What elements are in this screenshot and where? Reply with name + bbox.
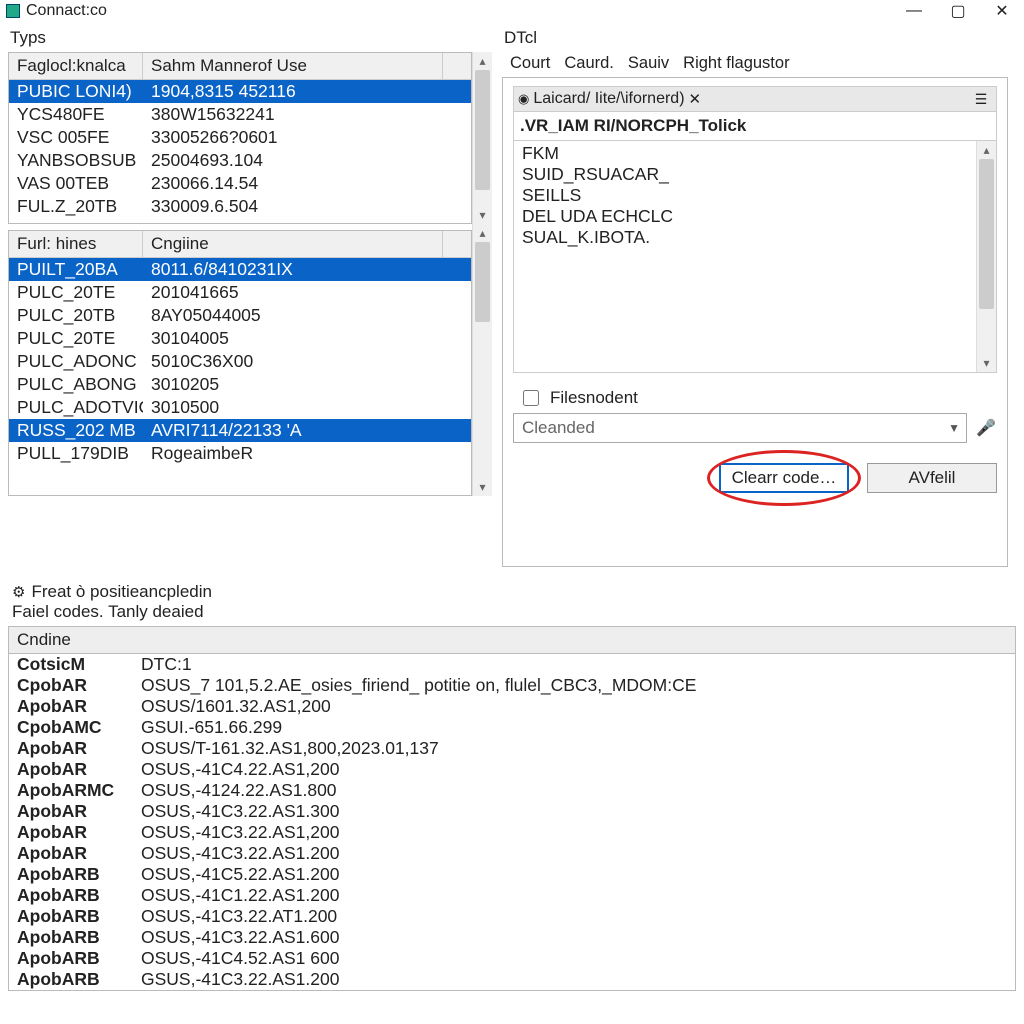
scroll-up-icon[interactable]: ▴ — [977, 141, 996, 159]
state-select-value: Cleanded — [522, 418, 595, 438]
gear-icon: ⚙ — [12, 583, 25, 601]
table-row[interactable]: PUBIC LONI4)1904,8315 452116 — [9, 80, 471, 103]
table-row[interactable]: CotsicMDTC:1 — [9, 654, 1015, 675]
clear-code-label: Clearr code… — [732, 468, 837, 488]
table-row[interactable]: ApobAROSUS,-41C4.22.AS1,200 — [9, 759, 1015, 780]
scroll-down-icon[interactable]: ▾ — [473, 478, 492, 496]
scroll-up-icon[interactable]: ▴ — [473, 224, 492, 242]
avfelil-button[interactable]: AVfelil — [867, 463, 997, 493]
table-row[interactable]: ApobARMCOSUS,-4124.22.AS1.800 — [9, 780, 1015, 801]
minimize-button[interactable]: — — [892, 0, 936, 22]
engine-list-scrollbar[interactable]: ▴ ▾ — [472, 224, 492, 496]
table-row[interactable]: ApobAROSUS,-41C3.22.AS1,200 — [9, 822, 1015, 843]
table-row[interactable]: ApobARBGSUS,-41C3.22.AS1.200 — [9, 969, 1015, 990]
menu-icon[interactable]: ☰ — [970, 91, 992, 108]
table-row[interactable]: ApobAROSUS/1601.32.AS1,200 — [9, 696, 1015, 717]
scroll-down-icon[interactable]: ▾ — [977, 354, 996, 372]
type-list[interactable]: Faglocl:knalca Sahm Mannerof Use PUBIC L… — [8, 52, 472, 224]
scroll-up-icon[interactable]: ▴ — [473, 52, 492, 70]
table-row[interactable]: ApobARBOSUS,-41C3.22.AT1.200 — [9, 906, 1015, 927]
table-row[interactable]: PULC_20TE201041665 — [9, 281, 471, 304]
table-row[interactable]: PUILT_20BA8011.6/8410231IX — [9, 258, 471, 281]
filesnodent-label: Filesnodent — [550, 388, 638, 408]
list-item[interactable]: SUID_RSUACAR_ — [522, 164, 968, 185]
table-row[interactable]: ApobARBOSUS,-41C1.22.AS1.200 — [9, 885, 1015, 906]
maximize-button[interactable]: ▢ — [936, 0, 980, 22]
table-row[interactable]: PULC_ABONG3010205 — [9, 373, 471, 396]
tab-sauiv[interactable]: Sauiv — [622, 52, 675, 75]
list-item[interactable]: FKM — [522, 143, 968, 164]
table-row[interactable]: FUL.Z_20TB330009.6.504 — [9, 195, 471, 218]
type-list-header-b[interactable]: Sahm Mannerof Use — [143, 53, 443, 79]
table-row[interactable]: ApobAROSUS/T-161.32.AS1,800,2023.01,137 — [9, 738, 1015, 759]
sub-header: .VR_IAM RI/NORCPH_Tolick — [513, 112, 997, 141]
window-title: Connact:co — [26, 2, 107, 20]
engine-list-header-a[interactable]: Furl: hines — [9, 231, 143, 257]
table-row[interactable]: PULC_ADONC5010C36X00 — [9, 350, 471, 373]
table-row[interactable]: YANBSOBSUB25004693.104 — [9, 149, 471, 172]
table-row[interactable]: CpobAROSUS_7 101,5.2.AE_osies_firiend_ p… — [9, 675, 1015, 696]
titlebar: Connact:co — ▢ ✕ — [0, 0, 1024, 22]
close-button[interactable]: ✕ — [980, 0, 1024, 22]
engine-list[interactable]: Furl: hines Cngiine PUILT_20BA8011.6/841… — [8, 230, 472, 496]
mic-icon[interactable]: 🎤 — [975, 417, 997, 439]
filesnodent-checkbox[interactable] — [523, 390, 539, 406]
status-line-2: Faiel codes. Tanly deaied — [0, 602, 1024, 626]
record-icon: ◉ — [518, 91, 529, 107]
bottom-table-header[interactable]: Cndine — [8, 626, 1016, 654]
file-list-scrollbar[interactable]: ▴ ▾ — [976, 141, 996, 372]
avfelil-label: AVfelil — [909, 468, 956, 488]
table-row[interactable]: VSC 005FE33005266?0601 — [9, 126, 471, 149]
table-row[interactable]: PULC_20TВ8AY05044005 — [9, 304, 471, 327]
dtc-label: DTcl — [502, 26, 1008, 52]
close-tab-icon[interactable]: ✕ — [689, 90, 702, 108]
table-row[interactable]: RUSS_202 MBAVRI7114/22133 'A — [9, 419, 471, 442]
engine-list-header-b[interactable]: Cngiine — [143, 231, 443, 257]
table-row[interactable]: YCS480FE380W15632241 — [9, 103, 471, 126]
app-icon — [6, 4, 20, 18]
list-item[interactable]: SUAL_K.IBOTA. — [522, 227, 968, 248]
table-row[interactable]: ApobARBOSUS,-41C4.52.AS1 600 — [9, 948, 1015, 969]
tab-caurd[interactable]: Caurd. — [558, 52, 620, 75]
state-select[interactable]: Cleanded ▼ — [513, 413, 967, 443]
bottom-table-body[interactable]: CotsicMDTC:1CpobAROSUS_7 101,5.2.AE_osie… — [8, 654, 1016, 991]
chevron-down-icon: ▼ — [948, 421, 960, 435]
scroll-down-icon[interactable]: ▾ — [473, 206, 492, 224]
tab-court[interactable]: Court — [504, 52, 556, 75]
table-row[interactable]: PULC_ADOTVIC3010500 — [9, 396, 471, 419]
file-list[interactable]: FKMSUID_RSUACAR_SEILLSDEL UDA ECHCLCSUAL… — [513, 141, 997, 373]
table-row[interactable]: PULC_20TE30104005 — [9, 327, 471, 350]
sub-tab-label[interactable]: Laicard/ Iite/\ifornerd) — [533, 90, 684, 108]
table-row[interactable]: VAS 00TEB230066.14.54 — [9, 172, 471, 195]
table-row[interactable]: ApobARBOSUS,-41C5.22.AS1.200 — [9, 864, 1015, 885]
tab-right-flagustor[interactable]: Right flagustor — [677, 52, 795, 75]
type-list-scrollbar[interactable]: ▴ ▾ — [472, 52, 492, 224]
table-row[interactable]: ApobAROSUS,-41C3.22.AS1.300 — [9, 801, 1015, 822]
table-row[interactable]: PULL_179DIBRogeaimbeR — [9, 442, 471, 465]
type-label: Typs — [8, 26, 492, 52]
dtc-panel: ◉ Laicard/ Iite/\ifornerd) ✕ ☰ .VR_IAM R… — [502, 77, 1008, 567]
table-row[interactable]: ApobARBOSUS,-41C3.22.AS1.600 — [9, 927, 1015, 948]
status-line-1: ⚙ Freat ò positieancpledin — [0, 578, 1024, 602]
list-item[interactable]: DEL UDA ECHCLC — [522, 206, 968, 227]
table-row[interactable]: CpobAMCGSUI.-651.66.299 — [9, 717, 1015, 738]
window-controls: — ▢ ✕ — [892, 0, 1024, 22]
tab-bar: Court Caurd. Sauiv Right flagustor — [502, 52, 1008, 75]
type-list-header-a[interactable]: Faglocl:knalca — [9, 53, 143, 79]
clear-code-button[interactable]: Clearr code… — [719, 463, 849, 493]
sub-tab-bar: ◉ Laicard/ Iite/\ifornerd) ✕ ☰ — [513, 86, 997, 112]
list-item[interactable]: SEILLS — [522, 185, 968, 206]
table-row[interactable]: ApobAROSUS,-41C3.22.AS1.200 — [9, 843, 1015, 864]
